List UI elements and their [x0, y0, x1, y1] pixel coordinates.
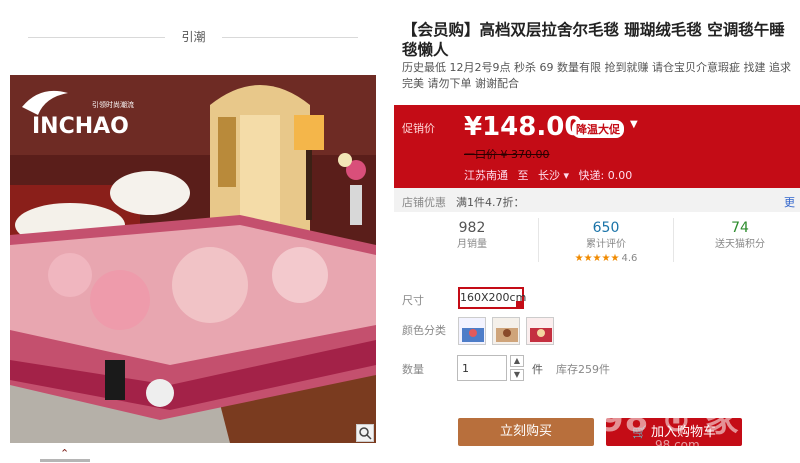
stats-bar: 982 月销量 650 累计评价 ★★★★★ 4.6 74 送天猫积分 [394, 218, 800, 270]
shipping-fee: 快递: 0.00 [578, 169, 633, 182]
product-subtitle: 历史最低 12月2号9点 秒杀 69 数量有限 抢到就赚 请仓宝贝介意瑕疵 找建… [402, 61, 791, 90]
quantity-increase-button[interactable]: ▲ [510, 355, 524, 367]
size-label: 尺寸 [402, 294, 424, 307]
brand-header: 引潮 [0, 0, 386, 72]
rating: ★★★★★ 4.6 [539, 252, 673, 266]
thumbnail-strip: ⌃ [10, 447, 376, 463]
divider [222, 37, 358, 38]
review-label: 累计评价 [586, 239, 626, 250]
brand-title[interactable]: 引潮 [165, 28, 222, 45]
brand-logo-slogan: 引领时尚潮流 [92, 100, 134, 109]
monthly-sales-label: 月销量 [457, 239, 487, 250]
color-swatch-1[interactable] [458, 317, 486, 345]
chevron-down-icon[interactable]: ▼ [630, 119, 638, 130]
price-label: 促销价 [402, 122, 435, 135]
quantity-label: 数量 [402, 363, 424, 376]
buy-now-button[interactable]: 立刻购买 [458, 418, 594, 446]
main-product-image[interactable]: INCHAO 引领时尚潮流 [10, 75, 376, 443]
quantity-input[interactable] [457, 355, 507, 381]
points-label: 送天猫积分 [715, 239, 765, 250]
original-price: 一口价 ¥ 370.00 [464, 148, 550, 161]
promo-price: ¥148.00 [464, 112, 583, 142]
color-label: 颜色分类 [402, 324, 446, 337]
selected-check-icon [516, 301, 524, 309]
size-option-selected[interactable]: 160X200cm [458, 287, 526, 309]
monthly-sales-stat: 982 月销量 [404, 218, 540, 252]
quantity-unit: 件 [532, 363, 543, 376]
store-discount-value: 满1件4.7折： [456, 196, 525, 209]
points-count: 74 [731, 220, 749, 236]
watermark-url: 98.com [655, 438, 700, 452]
star-icons: ★★★★★ [574, 253, 620, 264]
color-swatch-2[interactable] [492, 317, 520, 345]
points-stat: 74 送天猫积分 [672, 218, 800, 252]
quantity-decrease-button[interactable]: ▼ [510, 369, 524, 381]
divider [28, 37, 165, 38]
watermark: 98 ⊙ 家 [600, 400, 740, 440]
store-discount-more-link[interactable]: 更 [784, 194, 795, 210]
zoom-icon[interactable] [356, 424, 374, 442]
ship-from: 江苏南通 [464, 169, 508, 182]
review-count[interactable]: 650 [539, 218, 673, 238]
shipping-info: 江苏南通 至 长沙 ▾ 快递: 0.00 [464, 167, 638, 183]
color-swatch-3[interactable] [526, 317, 554, 345]
price-panel: 促销价 ¥148.00 降温大促 ▼ 一口价 ¥ 370.00 江苏南通 至 长… [394, 105, 800, 188]
promo-badge[interactable]: 降温大促 [572, 120, 624, 138]
thumbnail-indicator[interactable] [40, 459, 90, 462]
store-discount-row: 店铺优惠 满1件4.7折： 更 [394, 188, 800, 212]
stock-count: 库存259件 [556, 363, 610, 376]
product-title: 【会员购】高档双层拉舍尔毛毯 珊瑚绒毛毯 空调毯午睡毯懒人 [402, 21, 785, 59]
monthly-sales-count: 982 [458, 220, 486, 236]
brand-logo-text: INCHAO [32, 114, 129, 139]
rating-score: 4.6 [621, 253, 638, 264]
ship-to-select[interactable]: 长沙 ▾ [538, 169, 569, 182]
ship-to-prefix: 至 [517, 169, 529, 182]
store-discount-label: 店铺优惠 [402, 196, 446, 209]
reviews-stat[interactable]: 650 累计评价 ★★★★★ 4.6 [538, 218, 674, 264]
